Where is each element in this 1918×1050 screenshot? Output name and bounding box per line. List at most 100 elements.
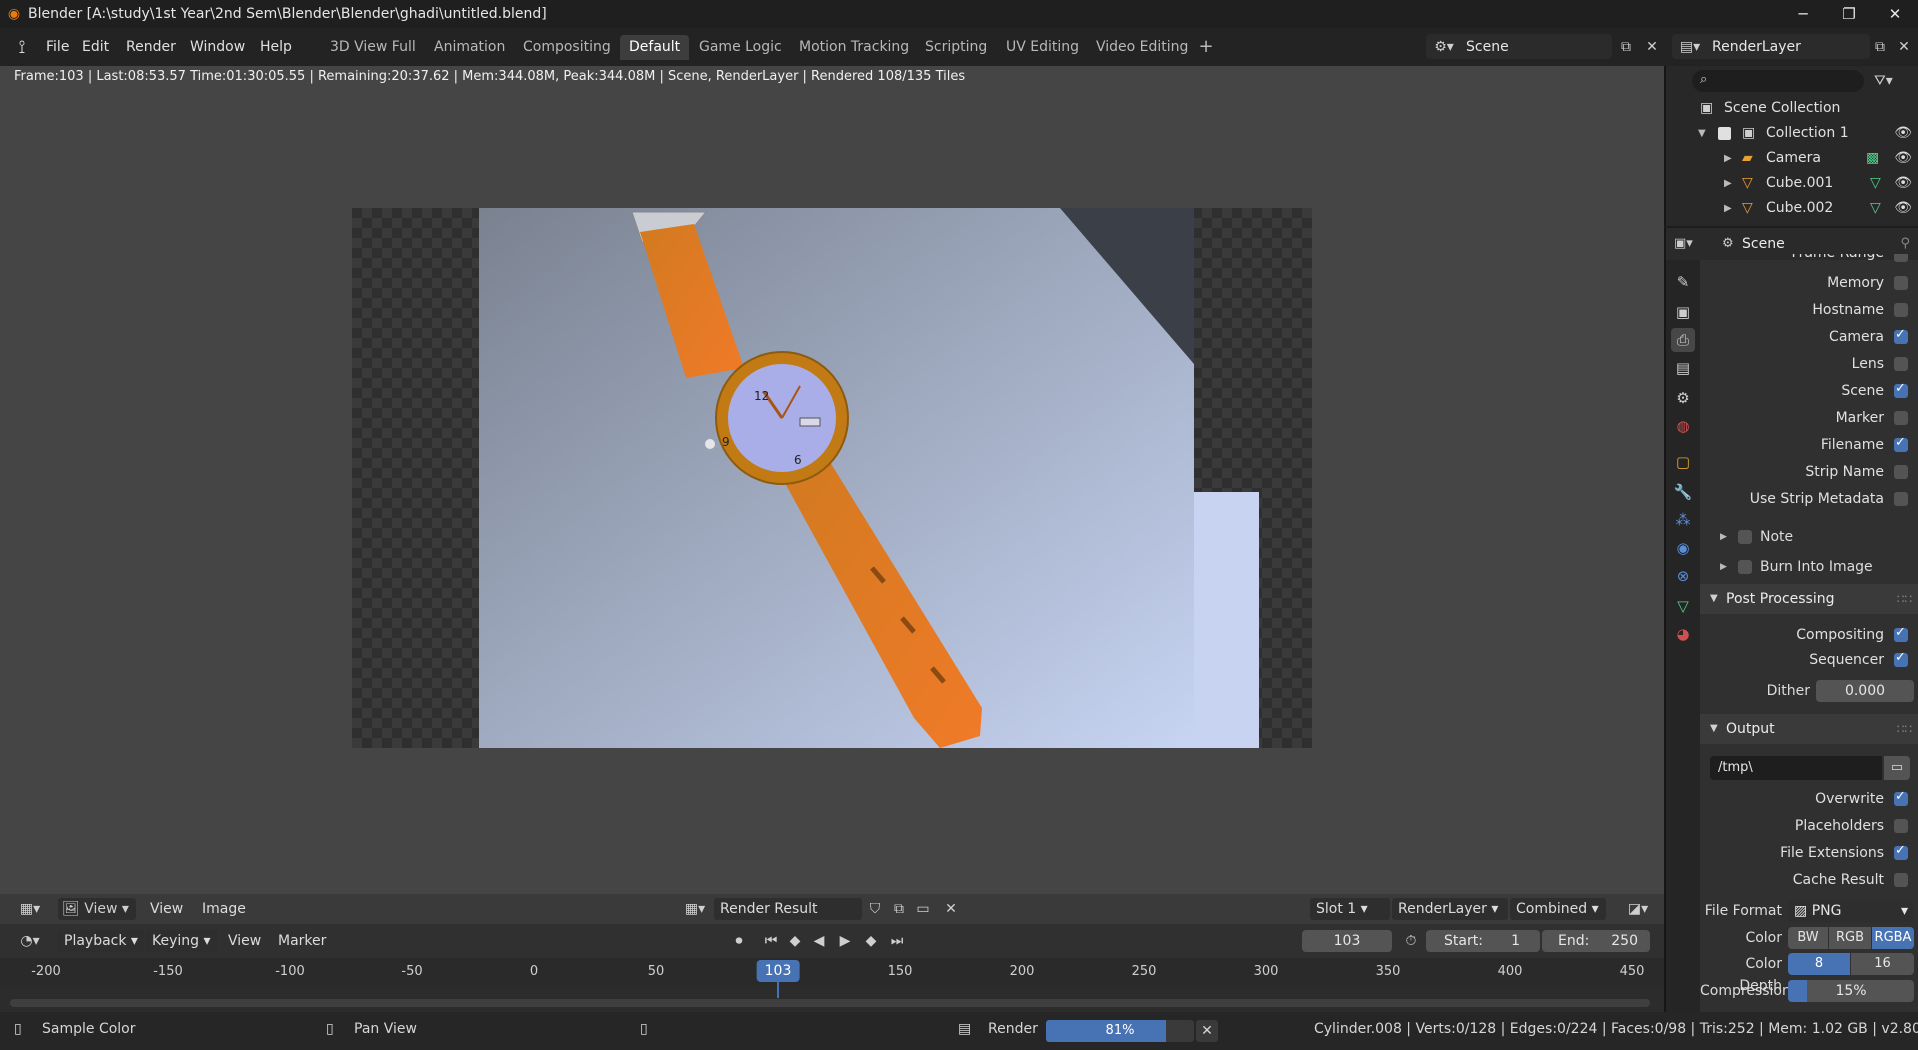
tab-motion-tracking[interactable]: Motion Tracking bbox=[790, 35, 918, 60]
cache-result-row[interactable]: Cache Result bbox=[1700, 869, 1918, 891]
minimize-button[interactable]: ─ bbox=[1780, 0, 1826, 28]
render-pass-dropdown[interactable]: Combined ▾ bbox=[1510, 898, 1606, 920]
keying-dropdown[interactable]: Keying ▾ bbox=[146, 930, 218, 952]
cache-result-checkbox[interactable] bbox=[1894, 873, 1908, 887]
overwrite-checkbox[interactable] bbox=[1894, 789, 1908, 806]
metadata-filename-row[interactable]: Filename bbox=[1700, 434, 1918, 456]
lens-checkbox[interactable] bbox=[1894, 357, 1908, 371]
color-depth-16-button[interactable]: 16 bbox=[1851, 953, 1914, 975]
playback-dropdown[interactable]: Playback ▾ bbox=[58, 930, 144, 952]
start-frame-field[interactable]: Start: 1 bbox=[1426, 930, 1540, 952]
dither-field[interactable]: 0.000 bbox=[1816, 680, 1914, 702]
menu-edit[interactable]: Edit bbox=[76, 36, 115, 58]
burn-into-image-checkbox[interactable] bbox=[1738, 560, 1752, 574]
burn-into-image-subpanel[interactable]: ▶ Burn Into Image bbox=[1700, 556, 1918, 578]
note-checkbox[interactable] bbox=[1738, 530, 1752, 544]
drag-grip-icon[interactable]: ∷∷ bbox=[1897, 584, 1912, 614]
mesh-data-icon[interactable]: ▽ bbox=[1870, 171, 1881, 196]
outliner-collection-1[interactable]: ▼ ▣ Collection 1 👁 bbox=[1666, 121, 1918, 146]
record-icon[interactable]: ⏺ bbox=[728, 930, 750, 952]
constraints-tab-icon[interactable]: ⊗ bbox=[1671, 564, 1695, 588]
metadata-use-strip-row[interactable]: Use Strip Metadata bbox=[1700, 488, 1918, 510]
view-layer-tab-icon[interactable]: ▤ bbox=[1671, 356, 1695, 380]
color-bw-button[interactable]: BW bbox=[1788, 927, 1828, 949]
compositing-checkbox[interactable] bbox=[1894, 625, 1908, 642]
compression-slider[interactable]: 15% bbox=[1788, 980, 1914, 1002]
delete-view-layer-icon[interactable]: ✕ bbox=[1894, 37, 1914, 57]
eye-icon[interactable]: 👁 bbox=[1894, 146, 1912, 171]
editor-type-icon[interactable]: ▦▾ bbox=[14, 898, 46, 920]
fake-user-shield-icon[interactable]: ⛉ bbox=[864, 898, 886, 920]
metadata-hostname-row[interactable]: Hostname bbox=[1700, 299, 1918, 321]
use-strip-metadata-checkbox[interactable] bbox=[1894, 492, 1908, 506]
compositing-row[interactable]: Compositing bbox=[1700, 624, 1918, 646]
metadata-lens-row[interactable]: Lens bbox=[1700, 353, 1918, 375]
mesh-data-icon[interactable]: ▽ bbox=[1870, 196, 1881, 221]
image-browse-icon[interactable]: ▦▾ bbox=[678, 898, 712, 920]
outliner-cube-002[interactable]: ▶ ▽ Cube.002 ▽ 👁 bbox=[1666, 196, 1918, 221]
properties-editor-type-icon[interactable]: ▣▾ bbox=[1674, 233, 1710, 255]
maximize-button[interactable]: ❐ bbox=[1826, 0, 1872, 28]
marker-checkbox[interactable] bbox=[1894, 411, 1908, 425]
metadata-marker-row[interactable]: Marker bbox=[1700, 407, 1918, 429]
jump-end-icon[interactable]: ⏭ bbox=[886, 930, 908, 952]
output-panel-header[interactable]: ▼ Output ∷∷ bbox=[1700, 714, 1918, 744]
render-result-image[interactable]: 12 9 6 bbox=[352, 208, 1312, 748]
timeline-editor-icon[interactable]: ◔▾ bbox=[12, 930, 48, 952]
memory-checkbox[interactable] bbox=[1894, 276, 1908, 290]
end-frame-field[interactable]: End: 250 bbox=[1542, 930, 1650, 952]
tab-scripting[interactable]: Scripting bbox=[916, 35, 996, 60]
menu-render[interactable]: Render bbox=[120, 36, 182, 58]
camera-data-icon[interactable]: ▩ bbox=[1866, 146, 1879, 171]
scene-tab-icon[interactable]: ⚙ bbox=[1671, 386, 1695, 410]
eye-icon[interactable]: 👁 bbox=[1894, 121, 1912, 146]
timeline-scrollbar[interactable] bbox=[10, 999, 1650, 1007]
filter-icon[interactable]: ⛛▾ bbox=[1874, 70, 1914, 92]
hostname-checkbox[interactable] bbox=[1894, 303, 1908, 317]
scene-selector[interactable]: ⚙▾ Scene bbox=[1426, 34, 1612, 59]
view-mode-dropdown[interactable]: 🖼 View ▾ bbox=[58, 898, 136, 920]
color-depth-8-button[interactable]: 8 bbox=[1788, 953, 1850, 975]
sequencer-checkbox[interactable] bbox=[1894, 650, 1908, 667]
tab-animation[interactable]: Animation bbox=[425, 35, 514, 60]
play-reverse-icon[interactable]: ◀ bbox=[808, 930, 830, 952]
physics-tab-icon[interactable]: ◉ bbox=[1671, 536, 1695, 560]
slot-dropdown[interactable]: Slot 1 ▾ bbox=[1310, 898, 1390, 920]
color-rgba-button[interactable]: RGBA bbox=[1872, 927, 1914, 949]
browse-folder-icon[interactable]: ▭ bbox=[1884, 756, 1910, 780]
drag-grip-icon[interactable]: ∷∷ bbox=[1897, 714, 1912, 744]
metadata-strip-name-row[interactable]: Strip Name bbox=[1700, 461, 1918, 483]
color-rgb-button[interactable]: RGB bbox=[1829, 927, 1871, 949]
post-processing-panel-header[interactable]: ▼ Post Processing ∷∷ bbox=[1700, 584, 1918, 614]
output-tab-icon[interactable]: ⎙ bbox=[1671, 328, 1695, 352]
tab-uv-editing[interactable]: UV Editing bbox=[997, 35, 1088, 60]
output-path-input[interactable]: /tmp\ bbox=[1710, 756, 1882, 780]
open-image-folder-icon[interactable]: ▭ bbox=[912, 898, 934, 920]
play-icon[interactable]: ▶ bbox=[834, 930, 856, 952]
view-layer-selector[interactable]: ▤▾ RenderLayer bbox=[1672, 34, 1870, 59]
particles-tab-icon[interactable]: ⁂ bbox=[1671, 508, 1695, 532]
modifier-tab-icon[interactable]: 🔧 bbox=[1671, 480, 1695, 504]
scene-checkbox[interactable] bbox=[1894, 381, 1908, 398]
prev-keyframe-icon[interactable]: ◆ bbox=[784, 930, 806, 952]
world-tab-icon[interactable]: ◍ bbox=[1671, 414, 1695, 438]
delete-scene-icon[interactable]: ✕ bbox=[1642, 37, 1662, 57]
outliner-camera[interactable]: ▶ ▰ Camera ▩ 👁 bbox=[1666, 146, 1918, 171]
display-channels-icon[interactable]: ◪▾ bbox=[1620, 898, 1656, 920]
jump-start-icon[interactable]: ⏮ bbox=[760, 930, 782, 952]
cancel-render-button[interactable]: ✕ bbox=[1196, 1020, 1218, 1042]
outliner-scene-collection[interactable]: ▣ Scene Collection bbox=[1666, 96, 1918, 121]
pin-icon[interactable]: ⚲ bbox=[1900, 233, 1910, 255]
camera-checkbox[interactable] bbox=[1894, 327, 1908, 344]
eye-icon[interactable]: 👁 bbox=[1894, 196, 1912, 221]
render-layer-dropdown[interactable]: RenderLayer ▾ bbox=[1392, 898, 1508, 920]
overwrite-row[interactable]: Overwrite bbox=[1700, 788, 1918, 810]
blender-menu-icon[interactable]: ⟟ bbox=[10, 35, 34, 59]
placeholders-row[interactable]: Placeholders bbox=[1700, 815, 1918, 837]
metadata-memory-row[interactable]: Memory bbox=[1700, 272, 1918, 294]
image-name-field[interactable]: Render Result bbox=[714, 898, 862, 920]
file-extensions-row[interactable]: File Extensions bbox=[1700, 842, 1918, 864]
outliner-search-input[interactable]: ⌕ bbox=[1692, 70, 1864, 92]
file-format-dropdown[interactable]: ▨ PNG ▾ bbox=[1788, 900, 1914, 922]
eye-icon[interactable]: 👁 bbox=[1894, 171, 1912, 196]
